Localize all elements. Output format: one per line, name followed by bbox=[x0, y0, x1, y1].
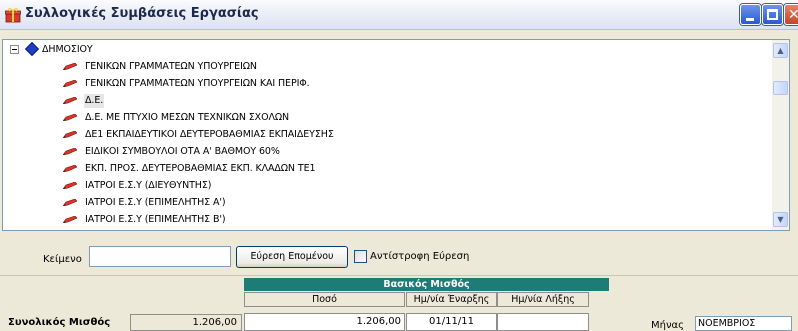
minimize-icon bbox=[746, 18, 754, 21]
amount-cell[interactable]: 1.206,00 bbox=[244, 313, 405, 331]
agreements-tree[interactable]: ΔΗΜΟΣΙΟΥ ΓΕΝΙΚΩΝ ΓΡΑΜΜΑΤΕΩΝ ΥΠΟΥΡΓΕΙΩΝ ΓΕ… bbox=[2, 39, 790, 231]
tree-item-label: ΕΙΔΙΚΟΙ ΣΥΜΒΟΥΛΟΙ ΟΤΑ Α' ΒΑΘΜΟΥ 60% bbox=[85, 146, 280, 157]
search-label: Κείμενο bbox=[43, 254, 82, 265]
tree-scrollbar[interactable]: ▲ ▼ bbox=[772, 40, 789, 230]
chevron-down-icon: ▼ bbox=[777, 215, 784, 224]
end-date-cell[interactable] bbox=[497, 313, 589, 331]
pencil-icon bbox=[63, 148, 77, 155]
total-salary-value: 1.206,00 bbox=[130, 314, 242, 331]
tree-item-label: ΔΕ1 ΕΚΠΑΙΔΕΥΤΙΚΟΙ ΔΕΥΤΕΡΟΒΑΘΜΙΑΣ ΕΚΠΑΙΔΕ… bbox=[85, 129, 334, 140]
tree-item-label: Δ.Ε. bbox=[84, 94, 105, 108]
pencil-icon bbox=[63, 80, 77, 87]
month-label: Μήνας bbox=[651, 320, 685, 331]
pencil-icon bbox=[63, 165, 77, 172]
start-date-cell[interactable]: 01/11/11 bbox=[406, 313, 497, 331]
pencil-icon bbox=[63, 114, 77, 121]
column-amount: Ποσό bbox=[244, 292, 405, 307]
chevron-up-icon: ▲ bbox=[777, 46, 784, 55]
tree-item-label: ΓΕΝΙΚΩΝ ΓΡΑΜΜΑΤΕΩΝ ΥΠΟΥΡΓΕΙΩΝ ΚΑΙ ΠΕΡΙΦ. bbox=[85, 78, 310, 89]
pencil-icon bbox=[63, 199, 77, 206]
title-bar[interactable]: Συλλογικές Συμβάσεις Εργασίας ✕ bbox=[0, 0, 798, 30]
maximize-button[interactable] bbox=[762, 4, 783, 25]
tree-item-label: ΙΑΤΡΟΙ Ε.Σ.Υ (ΕΠΙΜΕΛΗΤΗΣ Α') bbox=[85, 197, 226, 208]
window-title: Συλλογικές Συμβάσεις Εργασίας bbox=[25, 6, 259, 21]
tree-item-label: ΓΕΝΙΚΩΝ ΓΡΑΜΜΑΤΕΩΝ ΥΠΟΥΡΓΕΙΩΝ bbox=[85, 61, 257, 72]
collapse-icon[interactable] bbox=[10, 45, 19, 54]
tree-item-label: ΕΚΠ. ΠΡΟΣ. ΔΕΥΤΕΡΟΒΑΘΜΙΑΣ ΕΚΠ. ΚΛΑΔΩΝ ΤΕ… bbox=[85, 163, 316, 174]
gift-icon bbox=[5, 8, 21, 23]
month-field[interactable]: ΝΟΕΜΒΡΙΟΣ bbox=[695, 316, 792, 331]
column-end-date: Ημ/νία Λήξης bbox=[497, 292, 589, 307]
tree-root-label: ΔΗΜΟΣΙΟΥ bbox=[42, 44, 93, 55]
base-salary-header: Βασικός Μισθός bbox=[244, 278, 609, 291]
column-start-date: Ημ/νία Έναρξης bbox=[406, 292, 497, 307]
tree-item-label: Δ.Ε. ΜΕ ΠΤΥΧΙΟ ΜΕΣΩΝ ΤΕΧΝΙΚΩΝ ΣΧΟΛΩΝ bbox=[85, 112, 290, 123]
divider bbox=[0, 275, 798, 276]
pencil-icon bbox=[63, 216, 77, 223]
tree-item-label: ΙΑΤΡΟΙ Ε.Σ.Υ (ΔΙΕΥΘΥΝΤΗΣ) bbox=[85, 180, 212, 191]
blue-diamond-icon bbox=[24, 41, 40, 57]
scroll-up-button[interactable]: ▲ bbox=[773, 43, 788, 58]
search-input[interactable] bbox=[89, 246, 231, 267]
reverse-search-label: Αντίστροφη Εύρεση bbox=[370, 251, 470, 262]
find-next-button[interactable]: Εύρεση Επομένου bbox=[236, 246, 348, 268]
maximize-icon bbox=[767, 9, 778, 20]
pencil-icon bbox=[63, 97, 77, 104]
close-button[interactable]: ✕ bbox=[784, 4, 798, 25]
minimize-button[interactable] bbox=[740, 4, 761, 25]
scroll-down-button[interactable]: ▼ bbox=[773, 212, 788, 227]
total-salary-label: Συνολικός Μισθός bbox=[8, 317, 111, 328]
pencil-icon bbox=[63, 63, 77, 70]
close-icon: ✕ bbox=[788, 7, 798, 23]
pencil-icon bbox=[63, 131, 77, 138]
pencil-icon bbox=[63, 182, 77, 189]
scroll-thumb[interactable] bbox=[773, 81, 788, 95]
reverse-search-checkbox[interactable] bbox=[354, 250, 367, 263]
tree-item-label: ΙΑΤΡΟΙ Ε.Σ.Υ (ΕΠΙΜΕΛΗΤΗΣ Β') bbox=[85, 214, 226, 225]
